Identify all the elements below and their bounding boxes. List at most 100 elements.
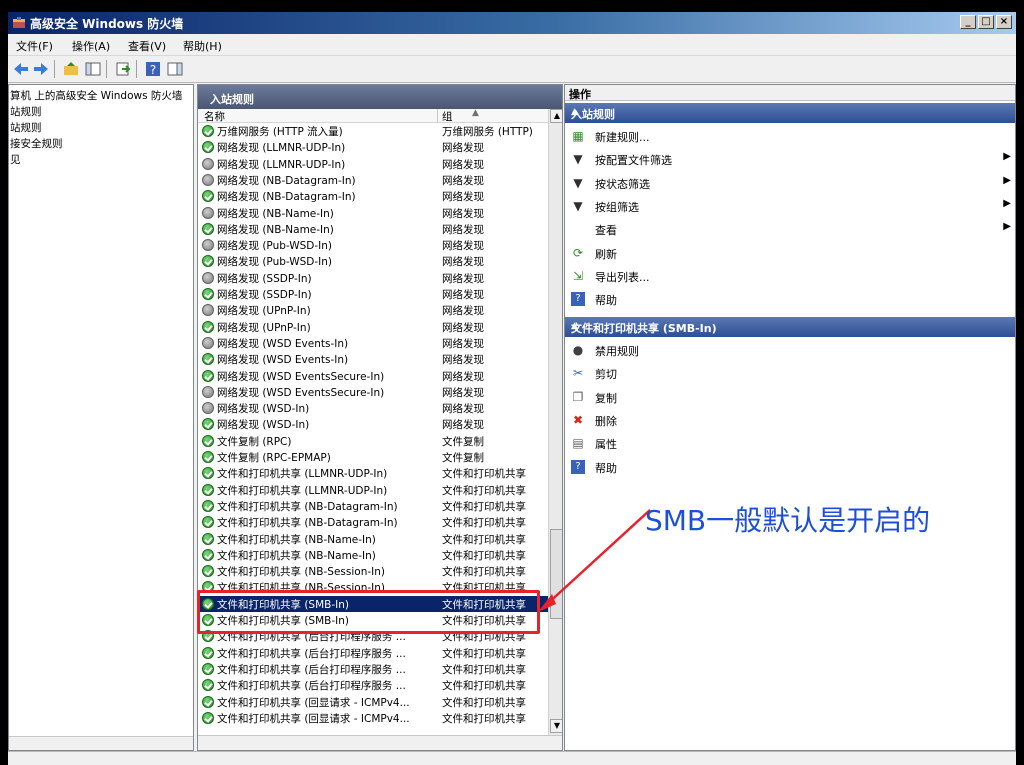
copy-icon: ❐ <box>572 389 584 404</box>
minimize-button[interactable]: _ <box>960 15 976 29</box>
table-row[interactable]: 文件和打印机共享 (LLMNR-UDP-In) 文件和打印机共享 <box>198 482 548 498</box>
table-row[interactable]: 文件和打印机共享 (LLMNR-UDP-In) 文件和打印机共享 <box>198 465 548 481</box>
table-row[interactable]: 文件和打印机共享 (后台打印程序服务 ... 文件和打印机共享 <box>198 661 548 677</box>
table-row[interactable]: 网络发现 (Pub-WSD-In) 网络发现 <box>198 253 548 269</box>
table-row[interactable]: 文件和打印机共享 (NB-Session-In) 文件和打印机共享 <box>198 563 548 579</box>
table-row[interactable]: 文件和打印机共享 (NB-Name-In) 文件和打印机共享 <box>198 547 548 563</box>
close-button[interactable]: × <box>996 15 1012 29</box>
tree-horizontal-scrollbar[interactable] <box>9 736 193 750</box>
table-row[interactable]: 文件和打印机共享 (回显请求 - ICMPv4... 文件和打印机共享 <box>198 694 548 710</box>
table-row[interactable]: 网络发现 (LLMNR-UDP-In) 网络发现 <box>198 139 548 155</box>
filter-icon: ▼ <box>573 175 583 190</box>
tree-item-connection-security-rules[interactable]: 接安全规则 <box>10 136 63 151</box>
rules-vertical-scrollbar[interactable]: ▲ ▼ <box>548 109 562 735</box>
scroll-down-icon[interactable]: ▼ <box>550 719 562 733</box>
cut-icon: ✂ <box>572 366 584 381</box>
rule-disabled-icon <box>202 157 214 170</box>
menu-help[interactable]: 帮助(H) <box>183 38 222 54</box>
maximize-button[interactable]: □ <box>978 15 994 29</box>
rule-group: 文件复制 <box>442 452 484 464</box>
help-icon[interactable]: ? <box>144 60 162 78</box>
scroll-thumb[interactable] <box>550 529 562 619</box>
table-row[interactable]: 网络发现 (NB-Name-In) 网络发现 <box>198 205 548 221</box>
forward-arrow-icon[interactable] <box>32 60 50 78</box>
menu-file[interactable]: 文件(F) <box>16 38 53 54</box>
window-controls: _ □ × <box>960 15 1012 31</box>
tree-item-inbound-rules[interactable]: 站规则 <box>10 104 42 119</box>
rule-disabled-icon <box>202 385 214 398</box>
column-group-header[interactable]: 组 <box>442 109 453 124</box>
scroll-up-icon[interactable]: ▲ <box>550 109 562 123</box>
rule-group: 万维网服务 (HTTP) <box>442 126 533 138</box>
table-row[interactable]: 网络发现 (LLMNR-UDP-In) 网络发现 <box>198 156 548 172</box>
tree-item-outbound-rules[interactable]: 站规则 <box>10 120 42 135</box>
action-item[interactable]: 查看 ▶ <box>565 218 1015 240</box>
table-row[interactable]: 网络发现 (SSDP-In) 网络发现 <box>198 270 548 286</box>
table-row[interactable]: 文件和打印机共享 (NB-Datagram-In) 文件和打印机共享 <box>198 498 548 514</box>
action-item[interactable]: ▤ 属性 <box>565 432 1015 454</box>
table-row[interactable]: 文件复制 (RPC) 文件复制 <box>198 433 548 449</box>
table-row[interactable]: 网络发现 (WSD EventsSecure-In) 网络发现 <box>198 384 548 400</box>
action-item[interactable]: ▦ 新建规则... <box>565 125 1015 147</box>
rules-horizontal-scrollbar[interactable] <box>198 735 562 750</box>
action-item[interactable]: ▼ 按配置文件筛选 ▶ <box>565 148 1015 170</box>
column-name-header[interactable]: 名称 <box>204 109 225 124</box>
tree-item-monitoring[interactable]: 见 <box>10 152 21 167</box>
rule-name: 网络发现 (WSD Events-In) <box>217 354 349 367</box>
table-row[interactable]: 网络发现 (SSDP-In) 网络发现 <box>198 286 548 302</box>
rule-enabled-icon <box>202 548 214 561</box>
table-row[interactable]: 网络发现 (WSD Events-In) 网络发现 <box>198 351 548 367</box>
action-item[interactable]: ? 帮助 <box>565 456 1015 478</box>
action-label: 按组筛选 <box>595 200 639 214</box>
table-row[interactable]: 文件复制 (RPC-EPMAP) 文件复制 <box>198 449 548 465</box>
action-item[interactable]: ● 禁用规则 <box>565 339 1015 361</box>
menu-action[interactable]: 操作(A) <box>72 38 110 54</box>
export-icon[interactable] <box>114 60 132 78</box>
table-row[interactable]: 网络发现 (NB-Datagram-In) 网络发现 <box>198 172 548 188</box>
actions-section-inbound-rules[interactable]: 入站规则 ▲ <box>565 103 1015 123</box>
action-item[interactable]: ▼ 按组筛选 ▶ <box>565 195 1015 217</box>
menu-view[interactable]: 查看(V) <box>128 38 166 54</box>
action-item[interactable]: ⇲ 导出列表... <box>565 265 1015 287</box>
table-row[interactable]: 网络发现 (NB-Name-In) 网络发现 <box>198 221 548 237</box>
action-item[interactable]: ▼ 按状态筛选 ▶ <box>565 172 1015 194</box>
rule-group: 网络发现 <box>442 256 484 269</box>
table-row[interactable]: 网络发现 (Pub-WSD-In) 网络发现 <box>198 237 548 253</box>
actions-section-selected-rule[interactable]: 文件和打印机共享 (SMB-In) ▲ <box>565 317 1015 337</box>
table-row[interactable]: 文件和打印机共享 (NB-Name-In) 文件和打印机共享 <box>198 531 548 547</box>
table-row[interactable]: 文件和打印机共享 (后台打印程序服务 ... 文件和打印机共享 <box>198 677 548 693</box>
rule-enabled-icon <box>202 255 214 268</box>
rule-group: 文件复制 <box>442 435 484 448</box>
table-row[interactable]: 文件和打印机共享 (回显请求 - ICMPv4... 文件和打印机共享 <box>198 710 548 726</box>
action-item[interactable]: ✖ 删除 <box>565 409 1015 431</box>
table-row[interactable]: 万维网服务 (HTTP 流入量) 万维网服务 (HTTP) <box>198 123 548 139</box>
show-hide-tree-icon[interactable] <box>84 60 102 78</box>
table-row[interactable]: 网络发现 (NB-Datagram-In) 网络发现 <box>198 188 548 204</box>
action-item[interactable]: ⟳ 刷新 <box>565 242 1015 264</box>
table-row[interactable]: 网络发现 (WSD Events-In) 网络发现 <box>198 335 548 351</box>
table-row[interactable]: 网络发现 (UPnP-In) 网络发现 <box>198 319 548 335</box>
table-row[interactable]: 文件和打印机共享 (后台打印程序服务 ... 文件和打印机共享 <box>198 645 548 661</box>
action-item[interactable]: ❐ 复制 <box>565 386 1015 408</box>
action-item[interactable]: ✂ 剪切 <box>565 362 1015 384</box>
back-arrow-icon[interactable] <box>12 60 30 78</box>
column-separator[interactable] <box>437 109 438 123</box>
submenu-arrow-icon: ▶ <box>1003 221 1011 233</box>
rule-disabled-icon <box>202 206 214 219</box>
rule-disabled-icon <box>202 239 214 252</box>
rule-name: 文件和打印机共享 (NB-Session-In) <box>217 566 385 579</box>
rule-disabled-icon <box>202 336 214 349</box>
table-row[interactable]: 网络发现 (WSD-In) 网络发现 <box>198 416 548 432</box>
table-row[interactable]: 网络发现 (UPnP-In) 网络发现 <box>198 302 548 318</box>
rule-enabled-icon <box>202 565 214 578</box>
table-row[interactable]: 文件和打印机共享 (NB-Datagram-In) 文件和打印机共享 <box>198 514 548 530</box>
collapse-icon[interactable]: ▲ <box>571 321 1011 331</box>
table-row[interactable]: 网络发现 (WSD EventsSecure-In) 网络发现 <box>198 368 548 384</box>
up-folder-icon[interactable] <box>62 60 80 78</box>
tree-root[interactable]: 算机 上的高级安全 Windows 防火墙 <box>10 88 182 103</box>
submenu-arrow-icon: ▶ <box>1003 174 1011 186</box>
collapse-icon[interactable]: ▲ <box>571 107 1011 117</box>
action-item[interactable]: ? 帮助 <box>565 288 1015 310</box>
show-hide-action-icon[interactable] <box>166 60 184 78</box>
table-row[interactable]: 网络发现 (WSD-In) 网络发现 <box>198 400 548 416</box>
